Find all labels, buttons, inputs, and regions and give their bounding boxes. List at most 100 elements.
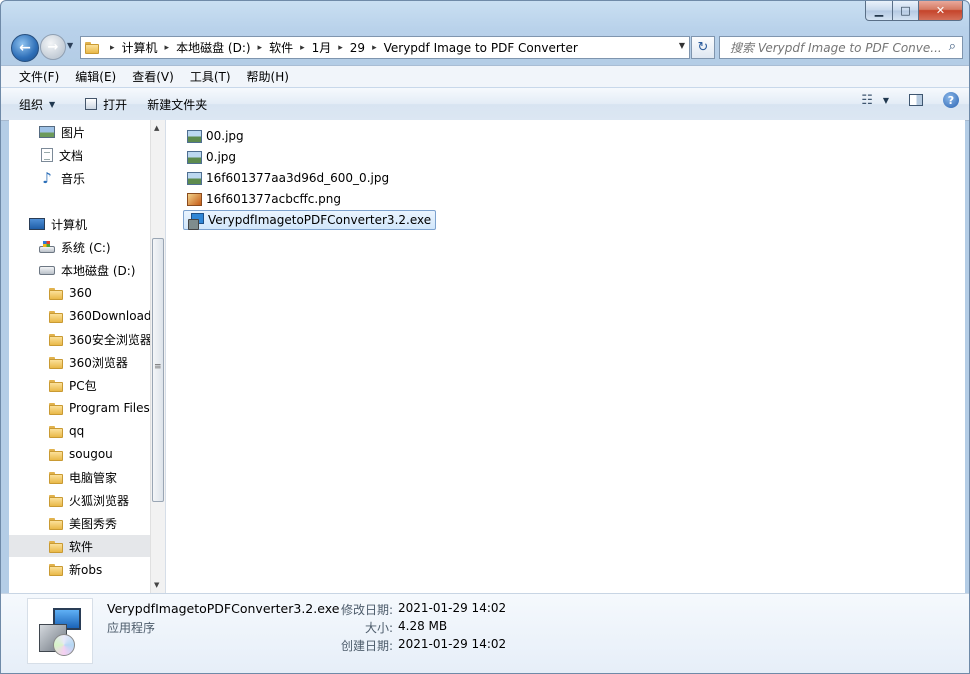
breadcrumb-separator[interactable]: ▸	[300, 43, 305, 53]
organize-button[interactable]: 组织 ▼	[11, 91, 63, 117]
search-icon[interactable]: ⌕	[949, 39, 956, 54]
size-value: 4.28 MB	[398, 619, 448, 633]
forward-button[interactable]: →	[40, 34, 66, 60]
chevron-down-icon: ▼	[49, 99, 56, 109]
folder-icon	[49, 563, 63, 576]
breadcrumb: ▸ 计算机 ▸ 本地磁盘 (D:) ▸ 软件 ▸ 1月 ▸ 29 ▸ Verypdf Image to…	[103, 39, 578, 56]
tree-item[interactable]: 360浏览器	[9, 351, 128, 373]
tree-item-label: 计算机	[51, 217, 88, 232]
new-folder-button[interactable]: 新建文件夹	[139, 91, 215, 117]
scroll-grip-icon: ≡	[154, 362, 162, 372]
view-dropdown-icon[interactable]: ▼	[883, 96, 889, 105]
help-icon[interactable]: ?	[943, 92, 959, 108]
tree-item[interactable]: 美图秀秀	[9, 512, 117, 534]
menu-item[interactable]: 查看(V)	[124, 67, 182, 87]
scroll-down-icon[interactable]: ▼	[154, 581, 159, 589]
breadcrumb-separator[interactable]: ▸	[110, 43, 115, 53]
tree-item[interactable]: 计算机	[9, 213, 87, 235]
tree-item-label: 360Downloads	[69, 309, 158, 323]
tree-item[interactable]: 软件	[9, 535, 165, 557]
file-item[interactable]: 00.jpg	[183, 126, 248, 146]
exe-file-icon	[188, 212, 204, 230]
maximize-button[interactable]: □	[893, 1, 919, 21]
refresh-icon: ↻	[697, 40, 709, 55]
menu-item[interactable]: 文件(F)	[11, 67, 67, 87]
back-button[interactable]: ←	[11, 34, 39, 62]
png-file-icon	[187, 192, 202, 206]
picture-icon	[39, 126, 55, 138]
tree-item-label: 360浏览器	[69, 355, 128, 370]
tree-item[interactable]: PC包	[9, 374, 97, 396]
breadcrumb-item[interactable]: 软件	[269, 39, 293, 56]
tree-item[interactable]: 360Downloads	[9, 305, 158, 327]
tree-item[interactable]: ♪ 音乐	[9, 167, 85, 189]
document-icon	[41, 148, 53, 162]
breadcrumb-separator[interactable]: ▸	[258, 43, 263, 53]
address-bar[interactable]: ▸ 计算机 ▸ 本地磁盘 (D:) ▸ 软件 ▸ 1月 ▸ 29 ▸ Verypdf Image to…	[80, 36, 690, 59]
tree-item-label: 360	[69, 286, 92, 300]
file-list[interactable]: 00.jpg 0.jpg 16f601377aa3d96d_600_0.jpg 16f…	[169, 120, 965, 593]
tree-item[interactable]: 图片	[9, 121, 85, 143]
menu-item[interactable]: 工具(T)	[182, 67, 239, 87]
details-filename: VerypdfImagetoPDFConverter3.2.exe	[107, 601, 340, 616]
breadcrumb-separator[interactable]: ▸	[338, 43, 343, 53]
folder-icon	[49, 310, 63, 323]
close-button[interactable]: ✕	[919, 1, 963, 21]
folder-icon	[49, 540, 63, 553]
tree-item[interactable]: 系统 (C:)	[9, 236, 111, 258]
tree-item[interactable]: sougou	[9, 443, 113, 465]
folder-icon	[49, 471, 63, 484]
tree-item-label: PC包	[69, 378, 97, 393]
breadcrumb-item[interactable]: 本地磁盘 (D:)	[176, 39, 250, 56]
tree-item[interactable]: 360	[9, 282, 92, 304]
scroll-up-icon[interactable]: ▲	[154, 124, 159, 132]
tree-item[interactable]: qq	[9, 420, 84, 442]
preview-pane-icon[interactable]	[909, 94, 923, 106]
minimize-button[interactable]: ▁	[865, 1, 893, 21]
jpg-file-icon	[187, 150, 202, 164]
created-value: 2021-01-29 14:02	[398, 637, 507, 651]
folder-icon	[49, 287, 63, 300]
breadcrumb-item[interactable]: Verypdf Image to PDF Converter	[384, 41, 578, 55]
tree-item[interactable]: Program Files	[9, 397, 150, 419]
folder-icon	[49, 517, 63, 530]
menu-item[interactable]: 帮助(H)	[239, 67, 297, 87]
folder-icon	[49, 494, 63, 507]
menu-item[interactable]: 编辑(E)	[67, 67, 124, 87]
refresh-button[interactable]: ↻	[691, 36, 715, 59]
open-button[interactable]: 打开	[77, 91, 135, 117]
tree-item-label: qq	[69, 424, 85, 438]
tree-item[interactable]: 新obs	[9, 558, 102, 580]
breadcrumb-separator[interactable]: ▸	[165, 43, 170, 53]
breadcrumb-item[interactable]: 1月	[312, 39, 332, 56]
breadcrumb-separator[interactable]: ▸	[372, 43, 377, 53]
tree-item[interactable]: 文档	[9, 144, 83, 166]
tree-item[interactable]: 本地磁盘 (D:)	[9, 259, 135, 281]
navigation-scrollbar[interactable]: ▲ ≡ ▼	[150, 120, 166, 593]
view-options-icon[interactable]: ☷	[861, 93, 873, 108]
file-item[interactable]: 16f601377aa3d96d_600_0.jpg	[183, 168, 393, 188]
created-label: 创建日期:	[340, 639, 393, 653]
tree-item[interactable]: 电脑管家	[9, 466, 117, 488]
jpg-file-icon	[187, 129, 202, 143]
search-box[interactable]: ⌕	[719, 36, 963, 59]
file-item[interactable]: 0.jpg	[183, 147, 240, 167]
breadcrumb-item[interactable]: 计算机	[122, 39, 158, 56]
tree-item[interactable]: 火狐浏览器	[9, 489, 129, 511]
tree-item-label: 电脑管家	[69, 470, 118, 485]
file-item[interactable]: 16f601377acbcffc.png	[183, 189, 345, 209]
navigation-pane: 图片文档 ♪ 音乐计算机系统 (C:) 本地磁盘 (D:) 360 360Download…	[9, 120, 165, 593]
recent-pages-dropdown[interactable]: ▼	[67, 41, 73, 50]
size-label: 大小:	[364, 621, 393, 635]
tree-item-label: 音乐	[61, 171, 86, 186]
address-dropdown-icon[interactable]: ▼	[679, 41, 685, 50]
tree-item[interactable]: 360安全浏览器	[9, 328, 152, 350]
tree-item-label: 图片	[61, 125, 86, 140]
modified-value: 2021-01-29 14:02	[398, 601, 507, 615]
details-filetype: 应用程序	[107, 621, 156, 635]
search-input[interactable]	[728, 39, 942, 56]
file-item[interactable]: VerypdfImagetoPDFConverter3.2.exe	[183, 210, 437, 230]
breadcrumb-item[interactable]: 29	[350, 41, 365, 55]
file-name: 00.jpg	[206, 129, 244, 143]
tree-item-label: 新obs	[69, 562, 103, 577]
